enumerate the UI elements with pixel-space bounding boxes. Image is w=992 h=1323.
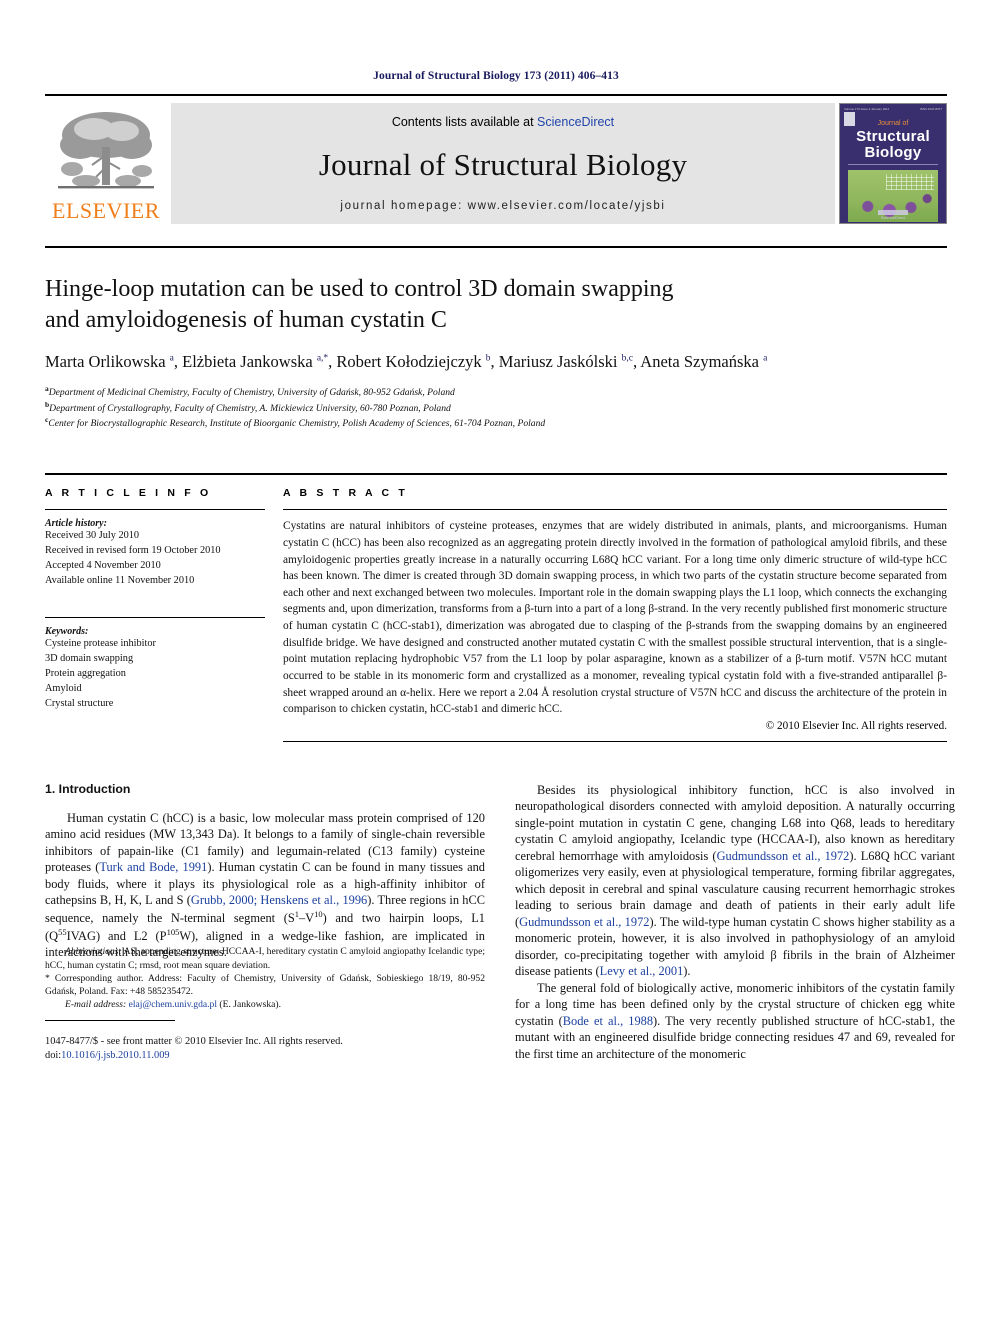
cover-divider [848,164,938,165]
keyword-item: Cysteine protease inhibitor [45,637,156,649]
email-author-suffix: (E. Jankowska). [219,999,281,1011]
imprint-doi-line: doi:10.1016/j.jsb.2010.11.009 [45,1049,485,1063]
body-column-right: Besides its physiological inhibitory fun… [515,782,955,1063]
body-columns: 1. Introduction Human cystatin C (hCC) i… [45,782,955,1063]
cover-journal-of-text: Journal of [877,120,909,127]
keywords-label: Keywords: [45,625,89,637]
keyword-item: Amyloid [45,682,82,694]
page-title: Hinge-loop mutation can be used to contr… [45,274,947,335]
journal-cover-thumbnail[interactable]: Volume 173 Issue 3 January 2011 ISSN 104… [839,103,947,224]
section-heading-introduction: 1. Introduction [45,781,131,796]
body-column-left: 1. Introduction Human cystatin C (hCC) i… [45,782,485,1063]
journal-masthead: ELSEVIER Contents lists available at Sci… [45,94,947,224]
history-revised: Received in revised form 19 October 2010 [45,545,221,557]
elsevier-logo: ELSEVIER [45,103,167,224]
affiliation-a: aDepartment of Medicinal Chemistry, Facu… [45,384,947,400]
author-list: Marta Orlikowska a, Elżbieta Jankowska a… [45,352,768,372]
footnote-block: Abbreviations: AS, appending structure; … [45,945,485,1062]
journal-article-page: Journal of Structural Biology 173 (2011)… [0,0,992,1323]
abstract-heading: A B S T R A C T [283,487,408,500]
running-head: Journal of Structural Biology 173 (2011)… [373,70,619,82]
article-info-heading: A R T I C L E I N F O [45,487,212,500]
affiliation-list: aDepartment of Medicinal Chemistry, Facu… [45,384,947,431]
keyword-item: Protein aggregation [45,667,126,679]
doi-link[interactable]: 10.1016/j.jsb.2010.11.009 [61,1050,169,1061]
cover-title-line1: Structural [856,128,930,145]
abstract-bottom-divider [283,740,947,742]
footnote-abbreviations: Abbreviations: AS, appending structure; … [45,946,485,971]
history-online: Available online 11 November 2010 [45,575,195,587]
affiliation-c-text: Center for Biocrystallographic Research,… [48,418,546,430]
email-address-label: E-mail address: [65,999,127,1011]
cover-artwork-grid [886,174,934,190]
title-line-1: Hinge-loop mutation can be used to contr… [45,276,674,302]
cover-title-line2: Biology [864,144,922,161]
footnote-email: E-mail address: elaj@chem.univ.gda.pl (E… [45,998,485,1011]
info-abstract-block: A R T I C L E I N F O Article history: R… [45,473,947,742]
journal-homepage-line[interactable]: journal homepage: www.elsevier.com/locat… [340,200,665,212]
masthead-center-panel: Contents lists available at ScienceDirec… [171,103,835,224]
article-info-column: A R T I C L E I N F O Article history: R… [45,487,283,742]
footnote-divider [45,1019,175,1021]
journal-title: Journal of Structural Biology [318,146,688,182]
keywords-divider [45,616,265,618]
abstract-divider [283,509,947,511]
abstract-text: Cystatins are natural inhibitors of cyst… [283,520,947,716]
imprint-block: 1047-8477/$ - see front matter © 2010 El… [45,1035,485,1063]
cover-volume-text: Volume 173 Issue 3 January 2011 [844,107,890,111]
cover-issn-text: ISSN 1047-8477 [919,107,942,111]
elsevier-tree-icon [56,107,156,199]
footnote-corresponding-author: * Corresponding author. Address: Faculty… [45,972,485,998]
affiliation-b: bDepartment of Crystallography, Faculty … [45,400,947,416]
history-received: Received 30 July 2010 [45,530,140,542]
affiliation-c: cCenter for Biocrystallographic Research… [45,415,947,431]
elsevier-wordmark: ELSEVIER [52,198,160,223]
abstract-column: A B S T R A C T Cystatins are natural in… [283,487,947,742]
cover-top-metadata: Volume 173 Issue 3 January 2011 ISSN 104… [844,107,942,111]
cover-footer-text: ScienceDirect [880,215,906,220]
intro-paragraph-left: Human cystatin C (hCC) is a basic, low m… [45,810,485,960]
imprint-front-matter: 1047-8477/$ - see front matter © 2010 El… [45,1035,343,1047]
title-line-2: and amyloidogenesis of human cystatin C [45,306,447,333]
keyword-item: Crystal structure [45,697,114,709]
email-address-link[interactable]: elaj@chem.univ.gda.pl [129,999,217,1010]
keywords-block: Keywords: Cysteine protease inhibitor 3D… [45,616,265,712]
doi-label: doi: [45,1049,62,1061]
contents-available-line: Contents lists available at ScienceDirec… [392,115,614,129]
abstract-copyright: © 2010 Elsevier Inc. All rights reserved… [765,719,947,732]
article-history-label: Article history: [45,518,107,530]
article-info-divider [45,509,265,511]
intro-paragraph-right-1: Besides its physiological inhibitory fun… [515,782,955,979]
history-accepted: Accepted 4 November 2010 [45,560,161,572]
contents-prefix: Contents lists available at [391,115,538,129]
intro-paragraph-right-2: The general fold of biologically active,… [515,980,956,1061]
sciencedirect-link[interactable]: ScienceDirect [537,115,614,129]
affiliation-b-text: Department of Crystallography, Faculty o… [49,402,451,414]
title-divider [45,246,947,248]
affiliation-a-text: Department of Medicinal Chemistry, Facul… [48,387,455,399]
keyword-item: 3D domain swapping [45,652,134,664]
